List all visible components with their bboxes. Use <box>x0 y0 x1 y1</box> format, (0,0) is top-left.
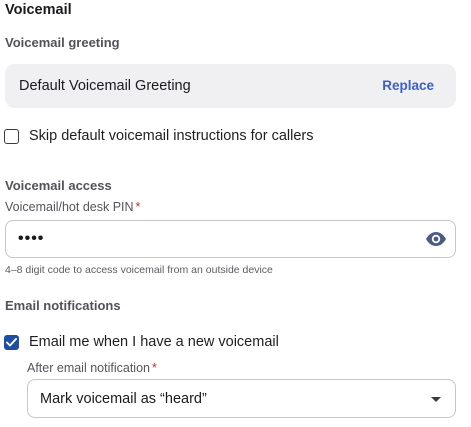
pin-hint: 4–8 digit code to access voicemail from … <box>5 264 273 276</box>
greeting-name: Default Voicemail Greeting <box>19 78 191 94</box>
required-asterisk: * <box>135 200 141 214</box>
page-title: Voicemail <box>5 2 72 18</box>
voicemail-access-heading: Voicemail access <box>5 178 112 193</box>
after-notification-label: After email notification * <box>27 360 157 376</box>
required-asterisk: * <box>151 361 157 375</box>
chevron-down-icon <box>431 397 441 402</box>
pin-input[interactable]: •••• <box>5 220 456 258</box>
pin-label-text: Voicemail/hot desk PIN <box>5 200 134 214</box>
email-notify-label: Email me when I have a new voicemail <box>29 334 279 350</box>
email-notify-row[interactable]: Email me when I have a new voicemail <box>4 333 279 351</box>
replace-greeting-button[interactable]: Replace <box>382 77 434 95</box>
after-notification-select[interactable]: Mark voicemail as “heard” <box>27 379 456 418</box>
skip-instructions-row[interactable]: Skip default voicemail instructions for … <box>4 127 313 145</box>
eye-icon[interactable] <box>425 231 447 247</box>
email-notify-checkbox[interactable] <box>4 334 19 350</box>
after-notification-value: Mark voicemail as “heard” <box>40 391 207 407</box>
voicemail-greeting-heading: Voicemail greeting <box>5 35 120 50</box>
email-notifications-heading: Email notifications <box>5 298 121 313</box>
skip-instructions-checkbox[interactable] <box>4 128 19 144</box>
skip-instructions-label: Skip default voicemail instructions for … <box>29 128 314 144</box>
checkmark-icon <box>6 337 17 346</box>
after-notification-label-text: After email notification <box>27 361 150 375</box>
voicemail-settings-panel: Voicemail Voicemail greeting Default Voi… <box>0 0 471 427</box>
greeting-card: Default Voicemail Greeting Replace <box>5 64 456 108</box>
pin-field-label: Voicemail/hot desk PIN * <box>5 199 140 215</box>
pin-value: •••• <box>18 230 45 247</box>
